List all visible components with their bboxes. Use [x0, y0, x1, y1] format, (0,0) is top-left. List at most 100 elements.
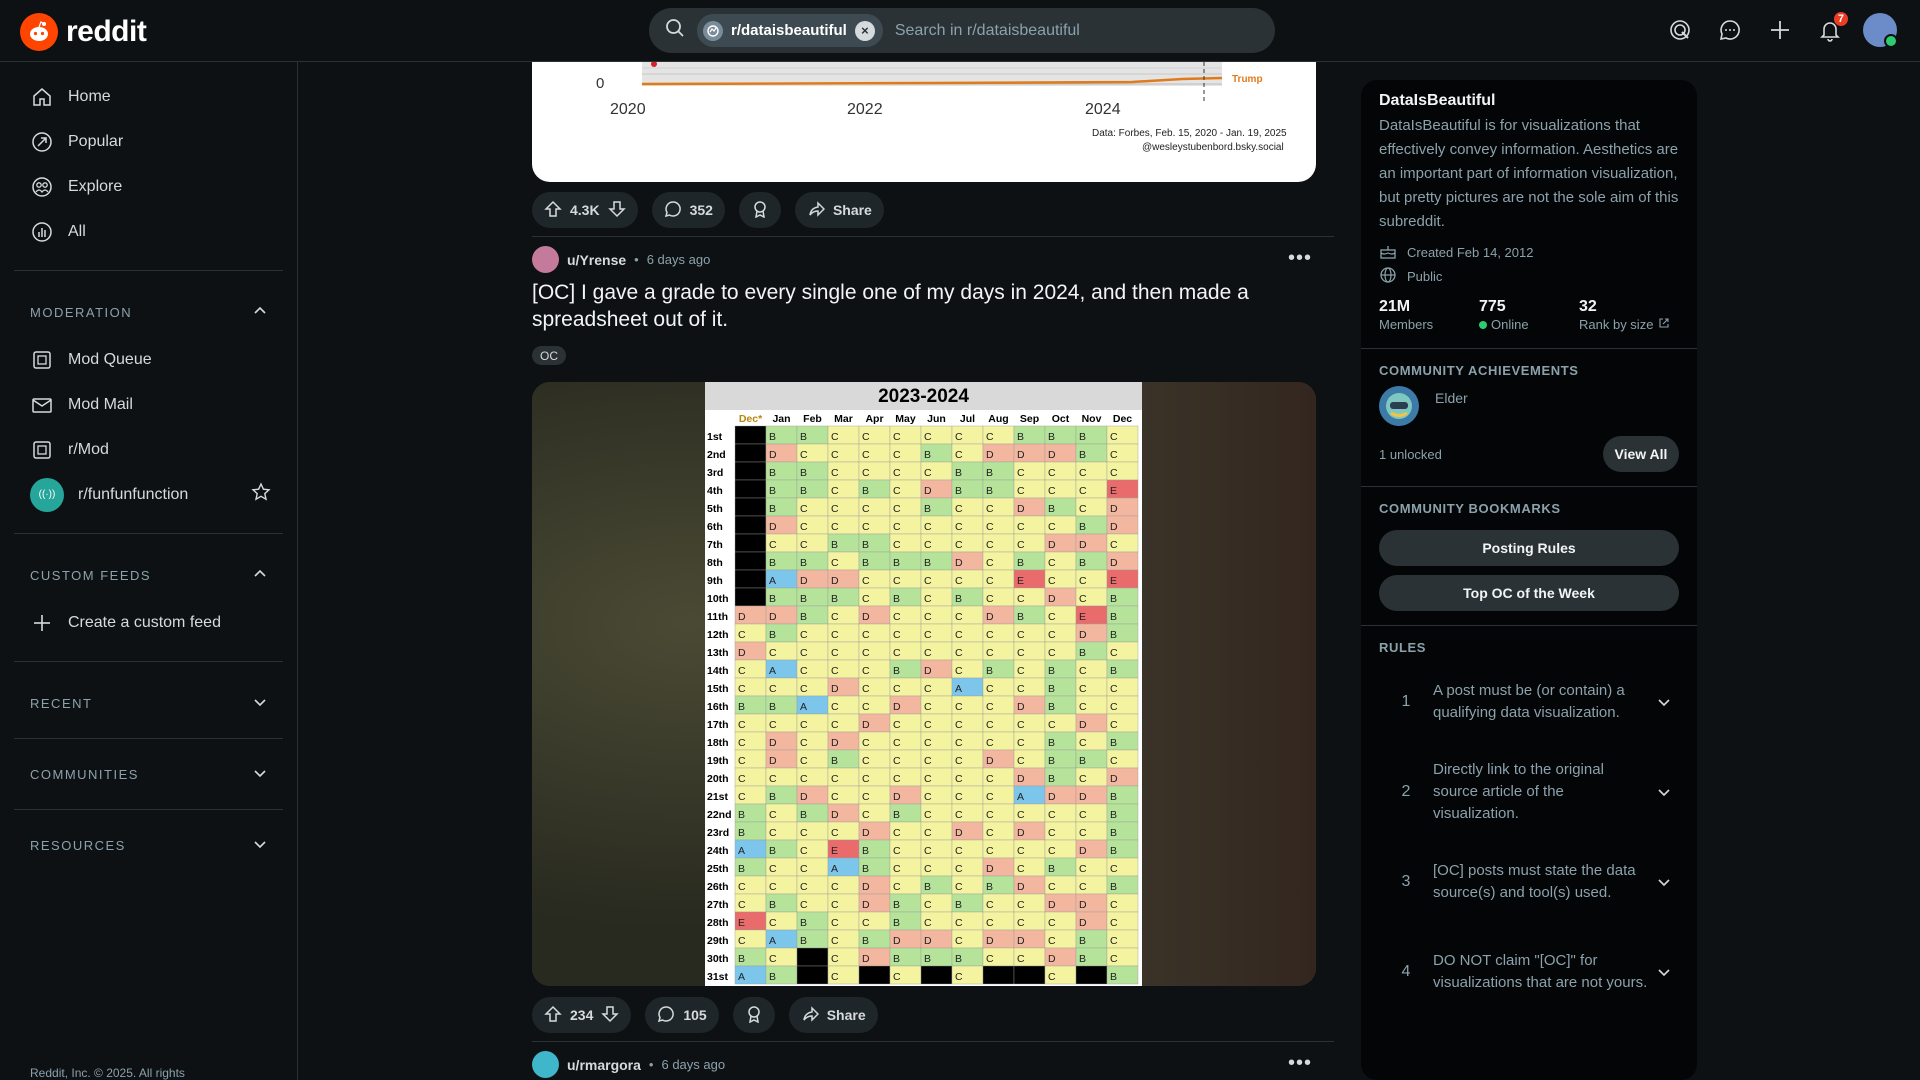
bookmark-top-oc-button[interactable]: Top OC of the Week [1379, 575, 1679, 611]
recent-section-header[interactable]: RECENT [14, 678, 283, 728]
more-options-icon[interactable]: ••• [1288, 247, 1312, 270]
rank-stat[interactable]: 32 Rank by size [1579, 298, 1679, 334]
sheet-cell-grade: B [924, 503, 931, 515]
more-options-icon[interactable]: ••• [1288, 1052, 1312, 1075]
rule-item[interactable]: 2 Directly link to the original source a… [1379, 747, 1679, 837]
section-title: COMMUNITIES [30, 766, 139, 782]
search-icon [665, 18, 685, 43]
post-flair[interactable]: OC [532, 346, 566, 365]
sheet-cell-grade: C [986, 575, 994, 587]
sheet-cell-grade: B [893, 899, 900, 911]
create-post-icon[interactable] [1760, 10, 1800, 50]
sheet-cell-grade: C [831, 827, 839, 839]
vote-control[interactable]: 4.3K [532, 192, 638, 228]
sheet-column-header: Jun [927, 413, 946, 425]
sheet-column-header: Dec [1113, 413, 1132, 425]
sheet-cell-grade: B [831, 593, 838, 605]
user-menu[interactable] [1860, 10, 1900, 50]
avatar[interactable] [532, 246, 559, 273]
moderation-section-header[interactable]: MODERATION [14, 287, 283, 337]
sheet-column-header: May [895, 413, 916, 425]
sheet-cell-grade: C [986, 899, 994, 911]
downvote-icon[interactable] [601, 1005, 620, 1026]
resources-section-header[interactable]: RESOURCES [14, 820, 283, 870]
sheet-cell-grade: C [769, 917, 777, 929]
sheet-cell-grade: C [986, 593, 994, 605]
search-bar[interactable]: r/dataisbeautiful × Search in r/dataisbe… [649, 8, 1275, 53]
award-button[interactable] [738, 192, 781, 228]
sheet-cell-grade: C [1017, 647, 1025, 659]
close-icon[interactable]: × [854, 20, 875, 41]
search-input[interactable]: Search in r/dataisbeautiful [895, 22, 1080, 40]
post-author[interactable]: u/Yrense [567, 252, 626, 268]
comments-button[interactable]: 105 [645, 997, 719, 1033]
bookmark-posting-rules-button[interactable]: Posting Rules [1379, 530, 1679, 566]
sheet-cell-grade: B [955, 953, 962, 965]
footer-copyright: Reddit, Inc. © 2025. All rights [30, 1066, 185, 1080]
sheet-cell-grade: B [1110, 827, 1117, 839]
sheet-cell [734, 533, 767, 553]
rule-item[interactable]: 4 DO NOT claim "[OC]" for visualizations… [1379, 927, 1679, 1017]
rank-label: Rank by size [1579, 317, 1654, 332]
sidebar-item-mod-mail[interactable]: Mod Mail [14, 382, 283, 427]
sidebar-item-r-mod[interactable]: r/Mod [14, 427, 283, 472]
community-stats: 21M Members 775 Online 32 Rank by size [1379, 298, 1679, 334]
sheet-cell-grade: C [986, 503, 994, 515]
sheet-cell-grade: C [769, 719, 777, 731]
sheet-cell-grade: D [893, 791, 901, 803]
avatar[interactable] [532, 1051, 559, 1078]
post-title[interactable]: [OC] I gave a grade to every single one … [532, 279, 1292, 333]
sheet-cell-grade: C [1048, 845, 1056, 857]
downvote-icon[interactable] [607, 200, 626, 221]
sidebar-item-label: Mod Queue [68, 350, 152, 368]
chevron-down-icon[interactable] [1649, 785, 1679, 799]
comments-button[interactable]: 352 [651, 192, 725, 228]
sheet-cell-grade: C [893, 971, 901, 983]
sidebar-item-mod-queue[interactable]: Mod Queue [14, 337, 283, 382]
sheet-cell-grade: C [955, 629, 963, 641]
award-button[interactable] [732, 997, 775, 1033]
search-scope-chip[interactable]: r/dataisbeautiful × [697, 14, 883, 47]
notifications-icon[interactable]: 7 [1810, 10, 1850, 50]
star-icon[interactable] [251, 482, 271, 507]
sidebar-item-label: Home [68, 87, 111, 105]
chevron-down-icon[interactable] [1649, 875, 1679, 889]
sheet-row-label: 11th [707, 611, 728, 623]
share-button[interactable]: Share [788, 997, 878, 1033]
sidebar-item-all[interactable]: All [14, 209, 283, 254]
upvote-icon[interactable] [544, 200, 562, 221]
sheet-cell-grade: C [986, 917, 994, 929]
share-button[interactable]: Share [794, 192, 884, 228]
sheet-cell-grade: B [1017, 431, 1024, 443]
custom-feeds-section-header[interactable]: CUSTOM FEEDS [14, 550, 283, 600]
chevron-down-icon[interactable] [1649, 695, 1679, 709]
vote-control[interactable]: 234 [532, 997, 632, 1033]
sheet-cell-grade: C [1110, 449, 1118, 461]
sidebar-item-explore[interactable]: Explore [14, 164, 283, 209]
post-author[interactable]: u/rmargora [567, 1057, 641, 1073]
advertise-icon[interactable] [1660, 10, 1700, 50]
chat-icon[interactable] [1710, 10, 1750, 50]
sheet-cell-grade: C [955, 737, 963, 749]
sidebar-item-funfunfunction[interactable]: ((·)) r/funfunfunction [14, 472, 283, 517]
rule-item[interactable]: 1 A post must be (or contain) a qualifyi… [1379, 657, 1679, 747]
chevron-down-icon[interactable] [1649, 965, 1679, 979]
sheet-cell-grade: C [893, 647, 901, 659]
post-image[interactable]: 2023-2024 Dec* Jan Feb Mar Apr May Jun Jul Aug Sep… [532, 382, 1316, 986]
sidebar-item-popular[interactable]: Popular [14, 119, 283, 164]
mod-icon [30, 438, 54, 462]
sheet-row-label: 18th [707, 737, 729, 749]
chart-year-label: 2020 [610, 101, 646, 118]
upvote-icon[interactable] [544, 1005, 562, 1026]
rule-item[interactable]: 3 [OC] posts must state the data source(… [1379, 837, 1679, 927]
create-custom-feed-button[interactable]: Create a custom feed [14, 600, 283, 645]
sheet-cell-grade: C [955, 845, 963, 857]
sheet-cell-grade: C [862, 683, 870, 695]
view-all-button[interactable]: View All [1603, 436, 1679, 472]
reddit-logo[interactable]: reddit [20, 13, 147, 51]
sheet-cell-grade: D [1079, 791, 1087, 803]
previous-post-image[interactable]: 0 2020 2022 2024 Trump Data: Forbes, Feb… [532, 62, 1316, 182]
sidebar-item-home[interactable]: Home [14, 74, 283, 119]
communities-section-header[interactable]: COMMUNITIES [14, 749, 283, 799]
previous-post-actions: 4.3K 352 Share [532, 192, 884, 228]
